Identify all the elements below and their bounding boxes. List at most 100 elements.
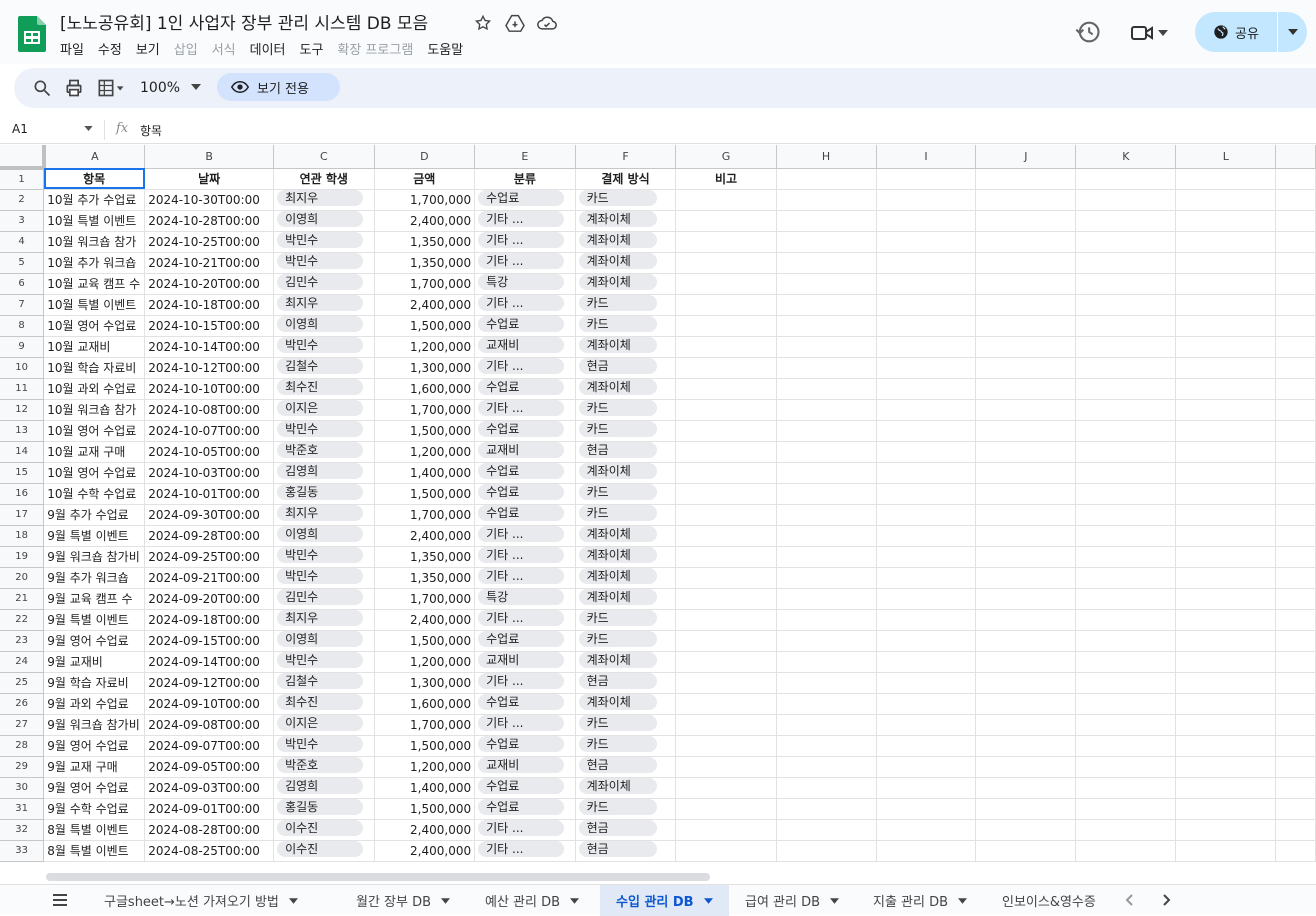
cell[interactable] xyxy=(675,756,777,778)
cell[interactable]: 1,700,000 xyxy=(374,588,476,610)
cell[interactable] xyxy=(776,735,877,757)
cell[interactable]: 10월 수학 수업료 xyxy=(43,483,146,505)
row-header[interactable]: 14 xyxy=(0,441,45,463)
cell[interactable] xyxy=(876,483,977,505)
cell[interactable] xyxy=(1175,336,1277,358)
cell[interactable] xyxy=(776,840,877,862)
cell[interactable] xyxy=(1175,378,1277,400)
cell[interactable] xyxy=(1275,210,1316,232)
cell[interactable]: 현금 xyxy=(575,357,677,379)
cell[interactable]: 1,200,000 xyxy=(374,651,476,673)
cell[interactable] xyxy=(975,231,1077,253)
cell[interactable] xyxy=(876,630,977,652)
dropdown-chip[interactable]: 이영희 xyxy=(277,316,364,332)
row-header[interactable]: 33 xyxy=(0,840,45,862)
caret-down-icon[interactable] xyxy=(441,897,451,904)
column-header-h[interactable]: H xyxy=(776,145,877,169)
cell[interactable]: 2024-10-21T00:00 xyxy=(144,252,275,274)
cell[interactable] xyxy=(876,693,977,715)
dropdown-chip[interactable]: 최수진 xyxy=(277,694,364,710)
cell[interactable]: 카드 xyxy=(575,798,677,820)
cell[interactable]: 김영희 xyxy=(273,462,375,484)
cell[interactable] xyxy=(1275,378,1316,400)
row-header[interactable]: 13 xyxy=(0,420,45,442)
cell[interactable]: 2024-09-08T00:00 xyxy=(144,714,275,736)
row-header[interactable]: 17 xyxy=(0,504,45,526)
cell[interactable]: 2024-09-25T00:00 xyxy=(144,546,275,568)
sheet-tab[interactable]: 지출 관리 DB xyxy=(857,885,986,916)
cell[interactable] xyxy=(675,651,777,673)
cell[interactable] xyxy=(1275,777,1316,799)
sheet-tab[interactable]: 급여 관리 DB xyxy=(729,885,857,916)
dropdown-chip[interactable]: 수업료 xyxy=(478,736,565,752)
cell[interactable]: 9월 특별 이벤트 xyxy=(43,525,146,547)
cell[interactable] xyxy=(1075,483,1177,505)
cell[interactable]: 2024-08-28T00:00 xyxy=(144,819,275,841)
cell[interactable] xyxy=(675,819,777,841)
cell[interactable]: 2024-10-12T00:00 xyxy=(144,357,275,379)
column-header-c[interactable]: C xyxy=(273,145,375,169)
cell[interactable] xyxy=(776,714,877,736)
cell[interactable]: 기타 ... xyxy=(474,525,576,547)
dropdown-chip[interactable]: 계좌이체 xyxy=(578,547,657,563)
cell[interactable] xyxy=(675,462,777,484)
cell[interactable]: 1,200,000 xyxy=(374,441,476,463)
cell[interactable] xyxy=(675,231,777,253)
cell[interactable] xyxy=(776,588,877,610)
cell[interactable] xyxy=(776,210,877,232)
dropdown-chip[interactable]: 카드 xyxy=(578,190,657,206)
cell[interactable] xyxy=(1275,630,1316,652)
cell[interactable] xyxy=(675,315,777,337)
cell[interactable]: 카드 xyxy=(575,315,677,337)
caret-down-icon[interactable] xyxy=(703,897,713,904)
cell[interactable]: 계좌이체 xyxy=(575,273,677,295)
column-header-g[interactable]: G xyxy=(675,145,777,169)
cell[interactable] xyxy=(876,315,977,337)
header-cell[interactable] xyxy=(776,168,877,190)
version-history-icon[interactable] xyxy=(1074,18,1102,46)
cell[interactable]: 특강 xyxy=(474,273,576,295)
row-header[interactable]: 29 xyxy=(0,756,45,778)
cell[interactable] xyxy=(675,588,777,610)
cell[interactable] xyxy=(876,231,977,253)
cell[interactable] xyxy=(975,714,1077,736)
cell[interactable]: 수업료 xyxy=(474,189,576,211)
cell[interactable]: 2,400,000 xyxy=(374,294,476,316)
cell[interactable] xyxy=(876,798,977,820)
selected-cell[interactable]: 항목 xyxy=(43,168,146,190)
cell[interactable]: 계좌이체 xyxy=(575,693,677,715)
cell[interactable] xyxy=(675,336,777,358)
cell[interactable]: 교재비 xyxy=(474,336,576,358)
dropdown-chip[interactable]: 박민수 xyxy=(277,337,364,353)
cell[interactable] xyxy=(1075,672,1177,694)
cell[interactable]: 계좌이체 xyxy=(575,210,677,232)
cell[interactable] xyxy=(1075,210,1177,232)
cell[interactable]: 2024-10-05T00:00 xyxy=(144,441,275,463)
cell[interactable] xyxy=(675,840,777,862)
cell[interactable] xyxy=(876,252,977,274)
cell[interactable]: 교재비 xyxy=(474,441,576,463)
dropdown-chip[interactable]: 수업료 xyxy=(478,631,565,647)
cell[interactable] xyxy=(1275,693,1316,715)
cell[interactable] xyxy=(776,378,877,400)
cell[interactable] xyxy=(776,777,877,799)
cell[interactable] xyxy=(975,609,1077,631)
cell[interactable] xyxy=(876,588,977,610)
cell[interactable]: 10월 학습 자료비 xyxy=(43,357,146,379)
dropdown-chip[interactable]: 계좌이체 xyxy=(578,778,657,794)
cell[interactable]: 이영희 xyxy=(273,315,375,337)
cell[interactable] xyxy=(675,714,777,736)
cell[interactable] xyxy=(1175,777,1277,799)
cell[interactable] xyxy=(1275,252,1316,274)
sheet-tab[interactable]: 인보이스&영수증 xyxy=(986,885,1106,916)
dropdown-chip[interactable]: 박준호 xyxy=(277,442,364,458)
dropdown-chip[interactable]: 기타 ... xyxy=(478,295,565,311)
cell[interactable]: 이수진 xyxy=(273,819,375,841)
column-header-e[interactable]: E xyxy=(474,145,576,169)
cell[interactable] xyxy=(675,210,777,232)
menu-file[interactable]: 파일 xyxy=(60,39,84,58)
dropdown-chip[interactable]: 박민수 xyxy=(277,736,364,752)
cell[interactable] xyxy=(776,462,877,484)
dropdown-chip[interactable]: 기타 ... xyxy=(478,547,565,563)
cell[interactable]: 최지우 xyxy=(273,294,375,316)
